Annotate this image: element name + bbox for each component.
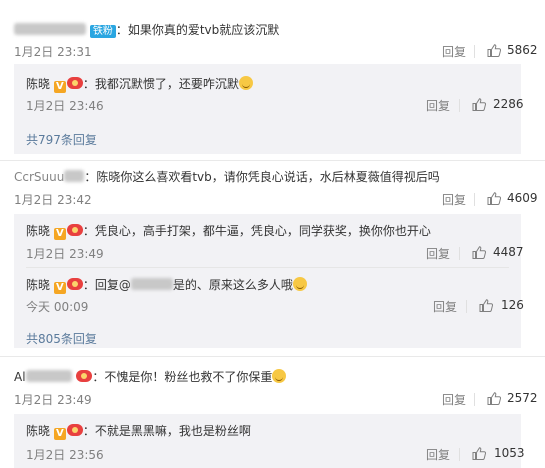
like-count: 2572 [507, 391, 538, 405]
comment-time: 1月2日 23:31 [14, 45, 92, 59]
blurred-username [25, 370, 72, 382]
vip-crown-icon [76, 370, 93, 382]
separator [459, 247, 460, 260]
reply-username[interactable]: 陈晓 [26, 424, 50, 438]
like-count: 4487 [493, 245, 524, 259]
reply-text: ：不就是黑黑嘛，我也是粉丝啊 [82, 424, 251, 438]
thumbs-up-icon[interactable] [472, 246, 486, 259]
separator [466, 300, 467, 313]
like-count: 2286 [493, 97, 524, 111]
comment-text: ：陈晓你这么喜欢看tvb，请你凭良心说话，水后林夏薇值得视后吗 [84, 170, 440, 184]
verified-v-icon: V [53, 81, 66, 93]
comment-text-line: CcrSuuu ：陈晓你这么喜欢看tvb，请你凭良心说话，水后林夏薇值得视后吗 [14, 168, 440, 185]
reply-time: 1月2日 23:56 [26, 448, 104, 462]
fan-badge: 铁粉 [89, 25, 116, 38]
comment-text-line: Al ：不愧是你！粉丝也救不了你保重 [14, 368, 287, 385]
vip-crown-icon [66, 424, 83, 436]
reply-button[interactable]: 回复 [426, 446, 450, 463]
vip-crown-icon [66, 77, 83, 89]
reply-text-prefix: ：回复@ [82, 278, 131, 292]
verified-v-icon: V [53, 228, 66, 240]
separator [474, 193, 475, 206]
more-replies-link[interactable]: 共797条回复 [26, 131, 97, 148]
like-count: 126 [501, 298, 524, 312]
comment-text: ：不愧是你！粉丝也救不了你保重 [92, 370, 273, 384]
smile-emoji-icon [272, 369, 287, 383]
reply-button[interactable]: 回复 [426, 97, 450, 114]
reply-text: ：我都沉默惯了，还要咋沉默 [82, 77, 239, 91]
reply-username[interactable]: 陈晓 [26, 77, 50, 91]
reply-username[interactable]: 陈晓 [26, 224, 50, 238]
reply-text-line: 陈晓 V ：回复@ 是的、原来这么多人哦 [26, 276, 307, 294]
thumbs-up-icon[interactable] [487, 392, 501, 405]
reply-time: 1月2日 23:46 [26, 99, 104, 113]
vip-crown-icon [66, 278, 83, 290]
comment-username[interactable]: CcrSuuu [14, 170, 64, 184]
reply-time: 1月2日 23:49 [26, 247, 104, 261]
reply-button[interactable]: 回复 [426, 245, 450, 262]
divider [0, 356, 545, 357]
replies-panel: 陈晓 V ：不就是黑黑嘛，我也是粉丝啊 1月2日 23:56 回复 1053 [14, 414, 525, 468]
reply-time: 今天 00:09 [26, 300, 89, 314]
reply-button[interactable]: 回复 [442, 191, 466, 208]
verified-v-icon: V [53, 428, 66, 440]
reply-text-line: 陈晓 V ：凭良心，高手打架，都牛逼，凭良心，同学获奖，换你你也开心 [26, 222, 431, 240]
thumbs-up-icon[interactable] [487, 192, 501, 205]
comment-time: 1月2日 23:49 [14, 393, 92, 407]
like-count: 4609 [507, 191, 538, 205]
comment-time: 1月2日 23:42 [14, 193, 92, 207]
comment-text: ：如果你真的爱tvb就应该沉默 [115, 23, 280, 37]
more-replies-link[interactable]: 共805条回复 [26, 330, 97, 347]
thumbs-up-icon[interactable] [472, 98, 486, 111]
divider [26, 267, 509, 268]
separator [474, 393, 475, 406]
reply-text: ：凭良心，高手打架，都牛逼，凭良心，同学获奖，换你你也开心 [82, 224, 431, 238]
divider [0, 160, 545, 161]
thumbs-up-icon[interactable] [487, 44, 501, 57]
reply-text-suffix: 是的、原来这么多人哦 [172, 278, 293, 292]
smile-emoji-icon [292, 277, 307, 291]
separator [474, 45, 475, 58]
replies-panel: 陈晓 V ：凭良心，高手打架，都牛逼，凭良心，同学获奖，换你你也开心 1月2日 2… [14, 214, 524, 348]
comment-username[interactable]: Al [14, 370, 26, 384]
separator [459, 99, 460, 112]
reply-button[interactable]: 回复 [442, 391, 466, 408]
replies-panel: 陈晓 V ：我都沉默惯了，还要咋沉默 1月2日 23:46 回复 2286 共79… [14, 64, 524, 154]
thumbs-up-icon[interactable] [472, 447, 486, 460]
reply-text-line: 陈晓 V ：不就是黑黑嘛，我也是粉丝啊 [26, 422, 251, 440]
like-count: 5862 [507, 43, 538, 57]
like-count: 1053 [494, 446, 525, 460]
separator [459, 448, 460, 461]
vip-crown-icon [66, 224, 83, 236]
reply-username[interactable]: 陈晓 [26, 278, 50, 292]
thumbs-up-icon[interactable] [479, 299, 493, 312]
reply-button[interactable]: 回复 [442, 43, 466, 60]
blurred-username[interactable] [14, 23, 86, 35]
reply-text-line: 陈晓 V ：我都沉默惯了，还要咋沉默 [26, 75, 253, 93]
reply-button[interactable]: 回复 [433, 298, 457, 315]
blurred-mention[interactable] [130, 278, 173, 290]
blurred-username [64, 170, 85, 182]
smile-emoji-icon [238, 76, 253, 90]
comment-text-line: 铁粉 ：如果你真的爱tvb就应该沉默 [14, 21, 279, 38]
verified-v-icon: V [53, 282, 66, 294]
